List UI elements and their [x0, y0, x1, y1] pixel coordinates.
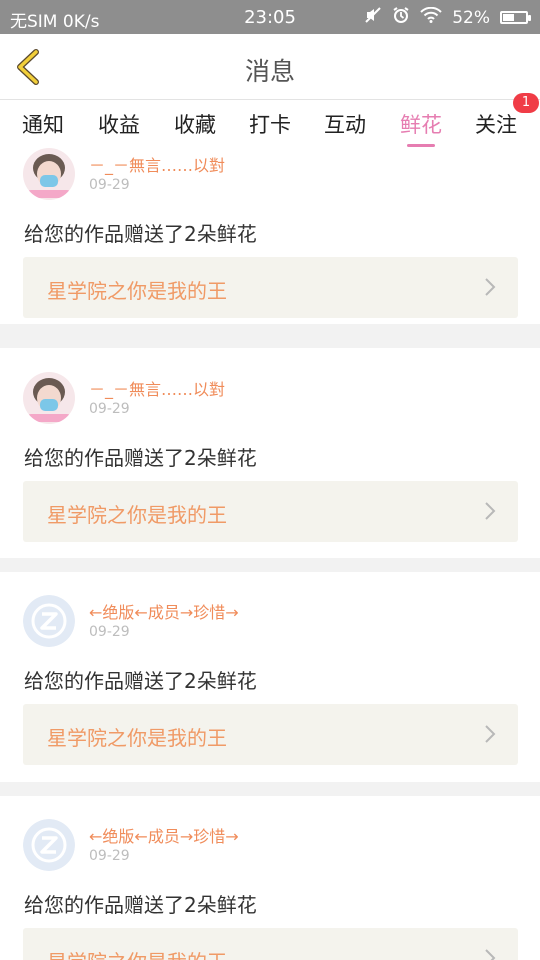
tab-interaction[interactable]: 互动 [324, 109, 366, 139]
sender-name[interactable]: ←绝版←成员→珍惜→ [89, 599, 239, 623]
photo-avatar-icon [23, 148, 75, 200]
status-bar: 无SIM 0K/s 23:05 52% [0, 0, 540, 34]
alarm-icon [392, 6, 410, 29]
chevron-right-icon [485, 725, 496, 743]
chevron-left-icon [17, 49, 39, 85]
work-link[interactable]: 星学院之你是我的王 [23, 257, 518, 318]
message-card: －_－無言……以對 09-29 给您的作品赠送了2朵鲜花 星学院之你是我的王 [0, 348, 540, 558]
tab-notifications[interactable]: 通知 [22, 109, 64, 139]
sender-name[interactable]: ←绝版←成员→珍惜→ [89, 823, 239, 847]
message-card: ←绝版←成员→珍惜→ 09-29 给您的作品赠送了2朵鲜花 星学院之你是我的王 [0, 796, 540, 960]
battery-icon [500, 11, 531, 24]
message-text: 给您的作品赠送了2朵鲜花 [24, 893, 257, 917]
message-list[interactable]: －_－無言……以對 09-29 给您的作品赠送了2朵鲜花 星学院之你是我的王 －… [0, 148, 540, 960]
work-title: 星学院之你是我的王 [47, 503, 227, 527]
photo-avatar-icon [23, 372, 75, 424]
nav-bar: 消息 [0, 34, 540, 100]
tab-follow[interactable]: 关注 [475, 109, 517, 139]
user-avatar[interactable] [23, 595, 75, 647]
user-avatar[interactable] [23, 372, 75, 424]
user-avatar[interactable] [23, 819, 75, 871]
work-link[interactable]: 星学院之你是我的王 [23, 704, 518, 765]
message-card: ←绝版←成员→珍惜→ 09-29 给您的作品赠送了2朵鲜花 星学院之你是我的王 [0, 572, 540, 782]
chevron-right-icon [485, 949, 496, 960]
work-link[interactable]: 星学院之你是我的王 [23, 928, 518, 960]
tab-checkin[interactable]: 打卡 [249, 109, 291, 139]
tab-favorites[interactable]: 收藏 [174, 109, 216, 139]
chevron-right-icon [485, 502, 496, 520]
message-date: 09-29 [89, 177, 130, 193]
tab-earnings[interactable]: 收益 [98, 109, 140, 139]
default-avatar-icon [23, 595, 75, 647]
work-link[interactable]: 星学院之你是我的王 [23, 481, 518, 542]
user-avatar[interactable] [23, 148, 75, 200]
battery-percent: 52% [452, 7, 490, 28]
default-avatar-icon [23, 819, 75, 871]
work-title: 星学院之你是我的王 [47, 279, 227, 303]
mute-icon [364, 6, 382, 29]
status-icons: 52% [364, 6, 531, 29]
page-title: 消息 [244, 57, 295, 86]
battery-level [503, 14, 514, 21]
message-card: －_－無言……以對 09-29 给您的作品赠送了2朵鲜花 星学院之你是我的王 [0, 148, 540, 324]
sender-name[interactable]: －_－無言……以對 [89, 376, 225, 400]
chevron-right-icon [485, 278, 496, 296]
work-title: 星学院之你是我的王 [47, 946, 227, 960]
message-date: 09-29 [89, 624, 130, 640]
tab-bar: 通知 收益 收藏 打卡 互动 鲜花 关注 [0, 100, 540, 148]
active-tab-indicator [407, 144, 435, 147]
message-date: 09-29 [89, 401, 130, 417]
message-text: 给您的作品赠送了2朵鲜花 [24, 446, 257, 470]
wifi-icon [420, 6, 442, 28]
message-text: 给您的作品赠送了2朵鲜花 [24, 669, 257, 693]
message-date: 09-29 [89, 848, 130, 864]
message-text: 给您的作品赠送了2朵鲜花 [24, 222, 257, 246]
back-button[interactable] [12, 48, 48, 86]
work-title: 星学院之你是我的王 [47, 726, 227, 750]
sender-name[interactable]: －_－無言……以對 [89, 152, 225, 176]
follow-badge: 1 [513, 93, 539, 113]
tab-flowers[interactable]: 鲜花 [400, 109, 442, 139]
